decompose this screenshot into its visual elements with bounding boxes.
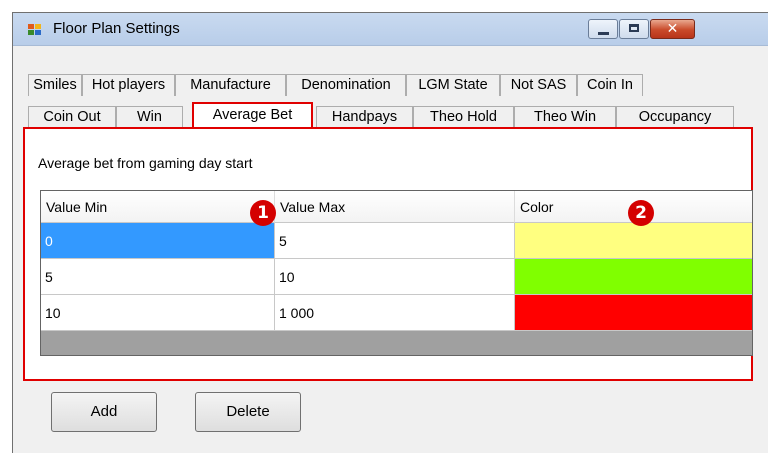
cell-color[interactable]: [515, 223, 752, 259]
tab-theo-win[interactable]: Theo Win: [514, 106, 616, 128]
column-header-value-max[interactable]: Value Max: [275, 191, 515, 223]
cell-value-min[interactable]: 0: [41, 223, 275, 259]
minimize-icon: [598, 32, 609, 35]
floor-plan-settings-window: Floor Plan Settings ✕ Smiles Hot players…: [12, 12, 768, 453]
close-button[interactable]: ✕: [650, 19, 695, 39]
close-icon: ✕: [666, 21, 679, 37]
column-header-value-min[interactable]: Value Min: [41, 191, 275, 223]
cell-value-max[interactable]: 5: [275, 223, 515, 259]
add-button[interactable]: Add: [51, 392, 157, 432]
cell-value-max[interactable]: 1 000: [275, 295, 515, 331]
panel-description: Average bet from gaming day start: [38, 155, 253, 171]
tab-lgm-state[interactable]: LGM State: [406, 74, 500, 96]
cell-value-min[interactable]: 10: [41, 295, 275, 331]
tab-average-bet[interactable]: Average Bet: [192, 102, 313, 127]
tab-smiles[interactable]: Smiles: [28, 74, 82, 96]
callout-badge-1: 1: [250, 200, 276, 226]
tab-coin-in[interactable]: Coin In: [577, 74, 643, 96]
cell-color[interactable]: [515, 295, 752, 331]
minimize-button[interactable]: [588, 19, 618, 39]
tab-manufacture[interactable]: Manufacture: [175, 74, 286, 96]
delete-button[interactable]: Delete: [195, 392, 301, 432]
cell-color[interactable]: [515, 259, 752, 295]
tab-occupancy[interactable]: Occupancy: [616, 106, 734, 128]
tab-win[interactable]: Win: [116, 106, 183, 128]
cell-value-max[interactable]: 10: [275, 259, 515, 295]
tab-theo-hold[interactable]: Theo Hold: [413, 106, 514, 128]
maximize-button[interactable]: [619, 19, 649, 39]
average-bet-panel: Average bet from gaming day start Value …: [23, 127, 753, 381]
callout-badge-2: 2: [628, 200, 654, 226]
app-icon: [28, 24, 44, 36]
tab-handpays[interactable]: Handpays: [316, 106, 413, 128]
tab-hot-players[interactable]: Hot players: [82, 74, 175, 96]
tab-denomination[interactable]: Denomination: [286, 74, 406, 96]
cell-value-min[interactable]: 5: [41, 259, 275, 295]
maximize-icon: [629, 24, 639, 32]
tab-not-sas[interactable]: Not SAS: [500, 74, 577, 96]
title-bar[interactable]: Floor Plan Settings ✕: [13, 13, 768, 46]
tab-coin-out[interactable]: Coin Out: [28, 106, 116, 128]
window-title: Floor Plan Settings: [53, 20, 180, 37]
